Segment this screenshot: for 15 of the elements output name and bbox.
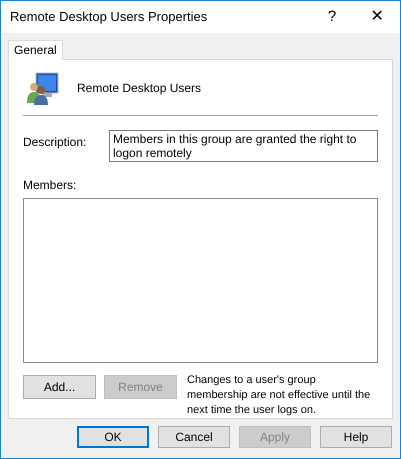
users-computer-icon — [26, 70, 60, 105]
membership-note: Changes to a user's group membership are not effective until the next time the user logs on. — [187, 373, 372, 418]
member-button[interactable]: Add... — [23, 375, 96, 399]
dialog-button[interactable]: Cancel — [158, 426, 230, 448]
description-label: Description: — [23, 134, 88, 151]
help-button[interactable]: ? — [310, 1, 354, 33]
dialog-button[interactable]: OK — [77, 426, 149, 448]
group-name: Remote Desktop Users — [77, 80, 202, 97]
dialog-button[interactable]: Help — [320, 426, 392, 448]
tab[interactable]: General — [8, 40, 63, 60]
window-title: Remote Desktop Users Properties — [9, 8, 208, 26]
close-button[interactable]: ✕ — [354, 1, 400, 33]
description-field[interactable]: Members in this group are granted the right to logon remotely — [109, 130, 378, 162]
members-label: Members: — [23, 176, 78, 194]
members-list[interactable] — [23, 198, 378, 363]
